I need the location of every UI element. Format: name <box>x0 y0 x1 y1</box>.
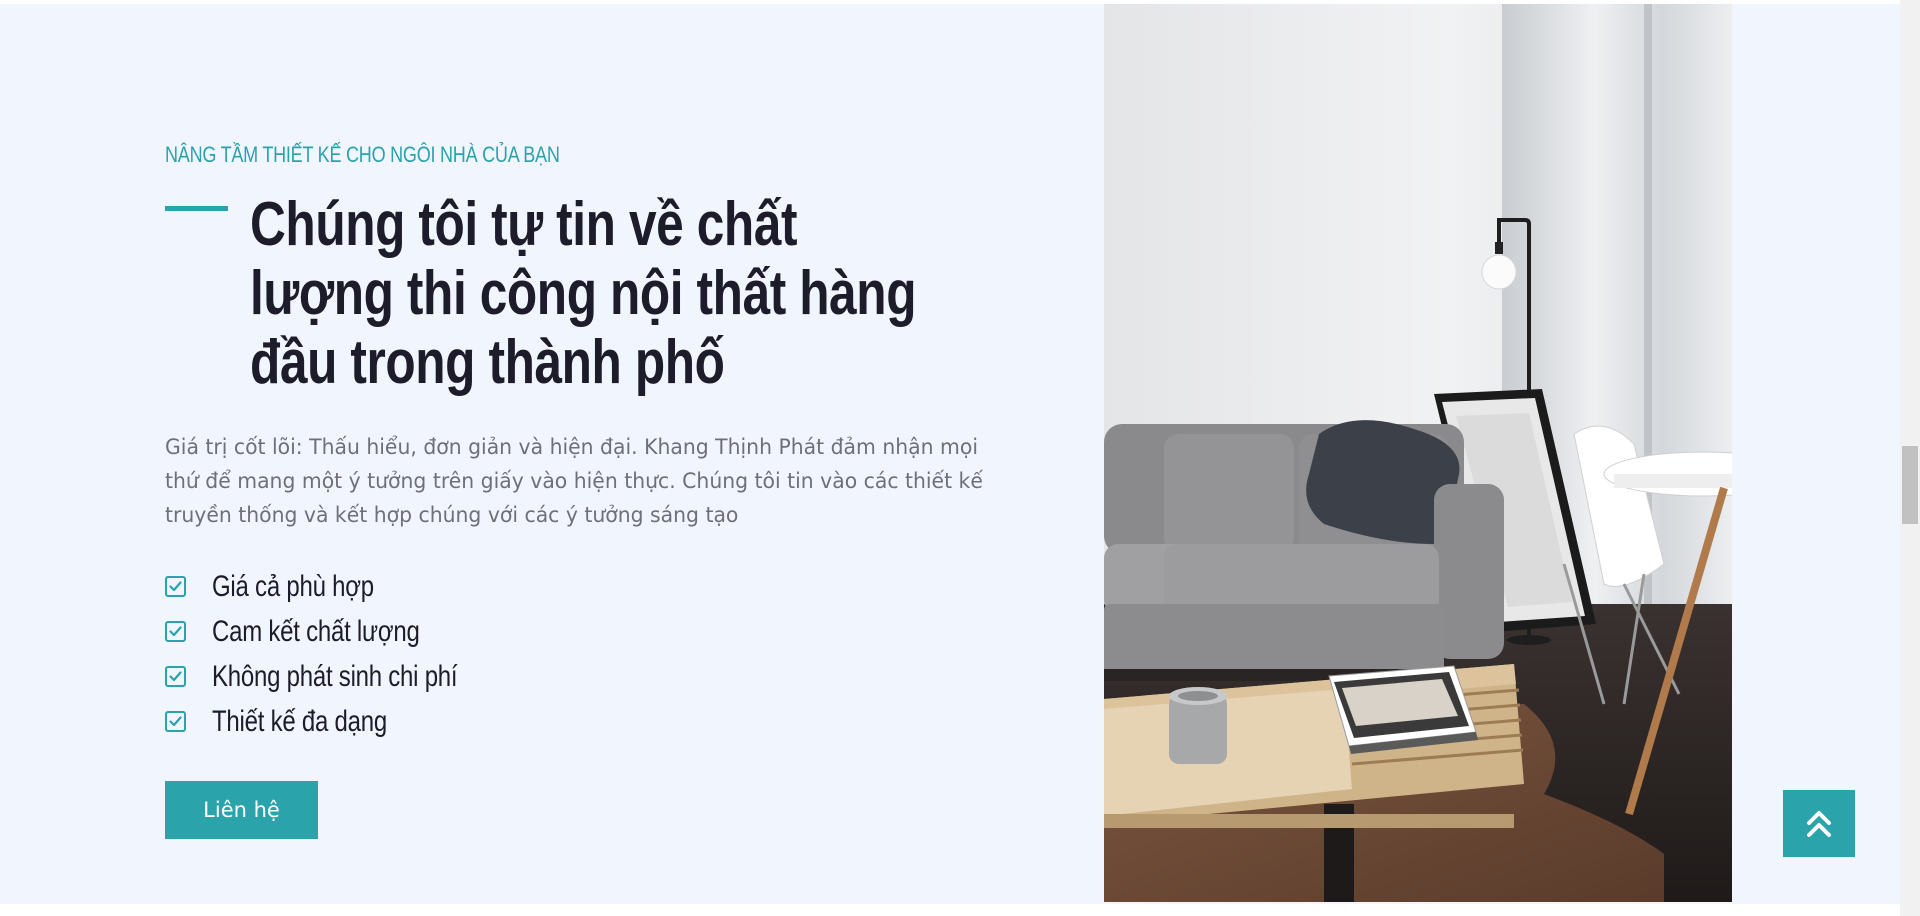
feature-label: Không phát sinh chi phí <box>212 659 458 693</box>
page-viewport: NÂNG TẦM THIẾT KẾ CHO NGÔI NHÀ CỦA BẠN C… <box>0 0 1900 916</box>
heading-accent-line <box>165 206 228 211</box>
feature-label: Cam kết chất lượng <box>212 614 420 648</box>
feature-label: Thiết kế đa dạng <box>212 704 387 738</box>
scroll-to-top-button[interactable] <box>1783 790 1855 857</box>
contact-button[interactable]: Liên hệ <box>165 781 318 839</box>
living-room-photo <box>1104 4 1732 902</box>
checkbox-icon <box>165 711 186 732</box>
section-description: Giá trị cốt lõi: Thấu hiểu, đơn giản và … <box>165 435 983 527</box>
feature-list: Giá cả phù hợp Cam kết chất lượng Không … <box>165 564 519 744</box>
section-heading: Chúng tôi tự tin về chất lượng thi công … <box>250 190 917 397</box>
checkbox-icon <box>165 576 186 597</box>
double-chevron-up-icon <box>1807 810 1831 837</box>
feature-item: Không phát sinh chi phí <box>165 654 519 699</box>
section-subtitle: NÂNG TẦM THIẾT KẾ CHO NGÔI NHÀ CỦA BẠN <box>165 142 560 167</box>
checkbox-icon <box>165 666 186 687</box>
feature-label: Giá cả phù hợp <box>212 569 374 603</box>
feature-item: Giá cả phù hợp <box>165 564 519 609</box>
scrollbar-thumb[interactable] <box>1902 446 1918 524</box>
feature-item: Thiết kế đa dạng <box>165 699 519 744</box>
feature-item: Cam kết chất lượng <box>165 609 519 654</box>
checkbox-icon <box>165 621 186 642</box>
